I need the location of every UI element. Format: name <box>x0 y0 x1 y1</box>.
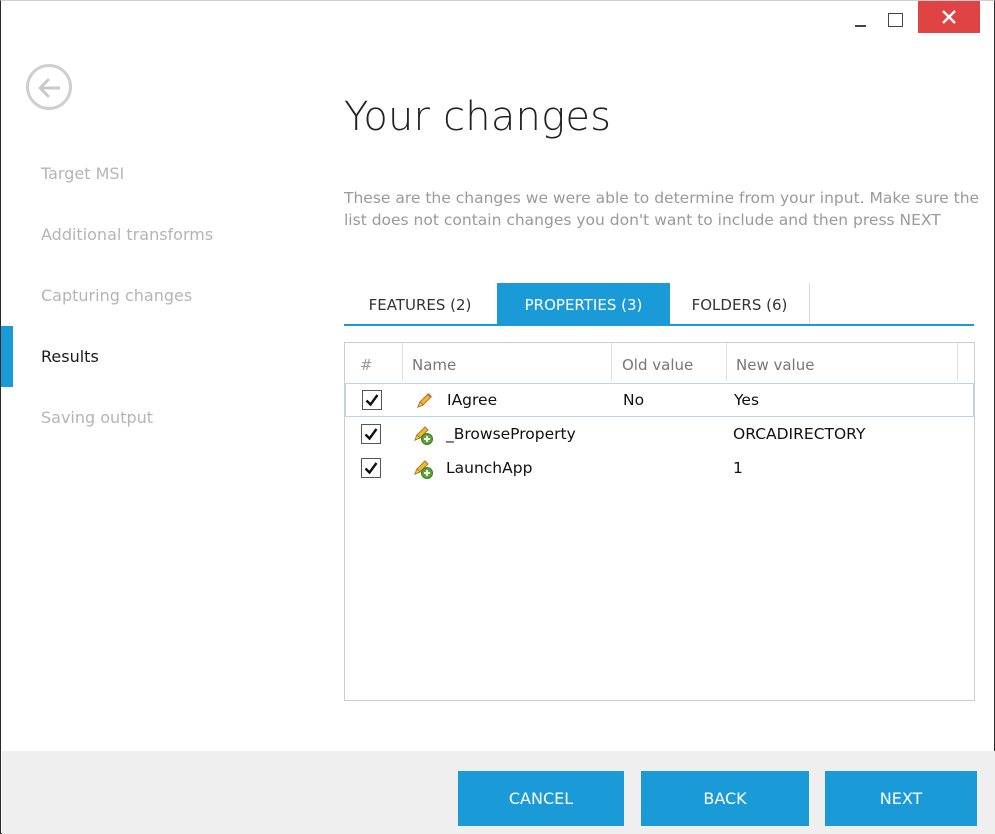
back-button[interactable]: BACK <box>641 771 809 826</box>
page-title: Your changes <box>344 94 612 140</box>
pencil-add-icon <box>414 460 433 479</box>
pencil-edit-icon <box>417 393 432 408</box>
sidebar-item-label: Target MSI <box>41 164 125 183</box>
sidebar-item-label: Saving output <box>41 408 154 427</box>
sidebar-nav: Target MSI Additional transforms Capturi… <box>1 143 301 448</box>
sidebar-item-additional-transforms[interactable]: Additional transforms <box>1 204 301 265</box>
tab-properties[interactable]: PROPERTIES (3) <box>497 283 670 324</box>
checkmark-icon <box>364 462 378 475</box>
active-indicator <box>1 326 13 387</box>
tab-folders[interactable]: FOLDERS (6) <box>670 283 810 324</box>
next-button[interactable]: NEXT <box>825 771 977 826</box>
row-old-value: No <box>623 391 645 409</box>
sidebar-item-label: Additional transforms <box>41 225 214 244</box>
window-controls <box>844 1 980 39</box>
row-new-value: ORCADIRECTORY <box>733 425 866 443</box>
grid-header: # Name Old value New value <box>345 343 974 381</box>
maximize-icon[interactable] <box>878 1 912 39</box>
page-description: These are the changes we were able to de… <box>344 189 980 229</box>
back-arrow-icon <box>38 77 60 99</box>
properties-grid: # Name Old value New value IAgree No Yes <box>344 342 975 701</box>
table-row[interactable]: IAgree No Yes <box>345 383 974 417</box>
sidebar-item-saving-output[interactable]: Saving output <box>1 387 301 448</box>
column-header-number[interactable]: # <box>345 343 403 381</box>
table-row[interactable]: LaunchApp 1 <box>345 452 974 486</box>
close-icon <box>942 10 956 24</box>
row-name: _BrowseProperty <box>446 425 576 443</box>
app-window: Target MSI Additional transforms Capturi… <box>0 0 995 834</box>
row-checkbox[interactable] <box>361 458 381 478</box>
row-name: LaunchApp <box>446 459 533 477</box>
row-checkbox[interactable] <box>361 424 381 444</box>
row-name: IAgree <box>447 391 498 409</box>
row-checkbox[interactable] <box>362 390 382 410</box>
checkmark-icon <box>364 428 378 441</box>
cancel-button[interactable]: CANCEL <box>458 771 624 826</box>
sidebar-item-target-msi[interactable]: Target MSI <box>1 143 301 204</box>
row-new-value: 1 <box>733 459 743 477</box>
sidebar-item-label: Results <box>41 347 99 366</box>
back-arrow-button[interactable] <box>26 64 72 110</box>
sidebar-item-results[interactable]: Results <box>1 326 301 387</box>
column-header-new-value[interactable]: New value <box>728 343 958 381</box>
table-row[interactable]: _BrowseProperty ORCADIRECTORY <box>345 418 974 452</box>
tab-features[interactable]: FEATURES (2) <box>344 283 496 324</box>
close-button[interactable] <box>918 1 980 33</box>
footer-bar: CANCEL BACK NEXT <box>2 751 995 834</box>
pencil-add-icon <box>414 426 433 445</box>
column-header-old-value[interactable]: Old value <box>613 343 727 381</box>
row-new-value: Yes <box>734 391 760 409</box>
minimize-icon[interactable] <box>844 1 878 39</box>
sidebar-item-label: Capturing changes <box>41 286 193 305</box>
tab-bar: FEATURES (2) PROPERTIES (3) FOLDERS (6) <box>344 283 974 326</box>
checkmark-icon <box>365 394 379 407</box>
sidebar-item-capturing-changes[interactable]: Capturing changes <box>1 265 301 326</box>
column-header-name[interactable]: Name <box>404 343 612 381</box>
